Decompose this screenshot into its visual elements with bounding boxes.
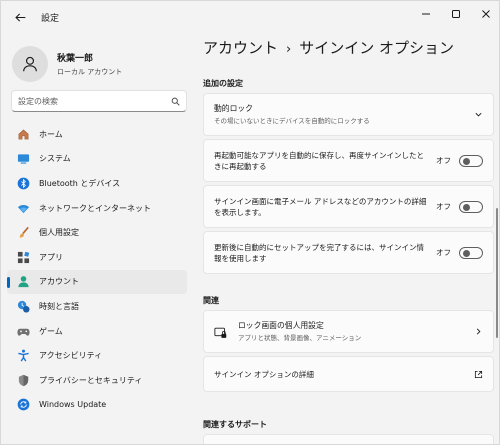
sidebar-item-label: プライバシーとセキュリティ — [39, 375, 143, 385]
sidebar-item-label: ゲーム — [39, 326, 63, 336]
minimize-button[interactable] — [411, 1, 441, 27]
breadcrumb: アカウント › サインイン オプション — [203, 37, 454, 58]
sidebar-item-label: システム — [39, 154, 71, 164]
account-type: ローカル アカウント — [57, 68, 123, 76]
sidebar-item-time-language[interactable]: 時刻と言語 — [7, 294, 187, 319]
minimize-icon — [422, 13, 430, 15]
close-button[interactable] — [471, 1, 499, 27]
gaming-icon — [17, 325, 30, 338]
dynamic-lock-title: 動的ロック — [214, 103, 253, 113]
sidebar-item-privacy-security[interactable]: プライバシーとセキュリティ — [7, 368, 187, 393]
maximize-icon — [452, 10, 460, 18]
settings-window: 設定 秋葉一郎 ローカル アカウント 設定の検索 ホーム システム Blueto… — [0, 0, 500, 445]
use-signin-info-setting: 更新後に自動的にセットアップを完了するには、サインイン情報を使用します オフ — [203, 231, 494, 274]
home-icon — [17, 128, 30, 141]
window-controls — [411, 1, 499, 27]
restart-apps-toggle[interactable] — [459, 154, 483, 167]
dynamic-lock-subtitle: その場にいないときにデバイスを自動的にロックする — [214, 116, 370, 125]
apps-icon — [17, 251, 30, 264]
close-icon — [482, 10, 490, 18]
section-header-related: 関連 — [203, 296, 219, 305]
avatar — [12, 46, 48, 82]
network-icon — [17, 202, 30, 215]
shield-icon — [17, 374, 30, 387]
show-account-details-setting: サインイン画面に電子メール アドレスなどのアカウントの詳細を表示します。 オフ — [203, 185, 494, 228]
show-account-details-toggle[interactable] — [459, 200, 483, 213]
sidebar-item-label: アプリ — [39, 252, 63, 262]
bluetooth-icon — [17, 177, 30, 190]
sidebar-item-accounts[interactable]: アカウント — [7, 269, 187, 295]
breadcrumb-separator: › — [286, 42, 292, 57]
search-input[interactable]: 設定の検索 — [11, 90, 187, 112]
maximize-button[interactable] — [441, 1, 471, 27]
back-arrow-icon — [14, 12, 25, 22]
dynamic-lock-card[interactable]: 動的ロック その場にいないときにデバイスを自動的にロックする — [203, 93, 494, 136]
sidebar-item-label: Windows Update — [39, 400, 107, 410]
toggle-state-label: オフ — [436, 202, 451, 211]
open-external-icon — [473, 369, 483, 379]
main-content: アカウント › サインイン オプション 追加の設定 動的ロック その場にいないときに… — [191, 33, 499, 444]
accessibility-icon — [17, 349, 30, 362]
time-language-icon — [17, 300, 30, 313]
sidebar-item-label: Bluetooth とデバイス — [39, 178, 121, 188]
show-account-details-text: サインイン画面に電子メール アドレスなどのアカウントの詳細を表示します。 — [214, 196, 427, 217]
sidebar-item-windows-update[interactable]: Windows Update — [7, 393, 187, 418]
restart-apps-setting: 再起動可能なアプリを自動的に保存し、再度サインインしたときに再起動する オフ — [203, 139, 494, 182]
signin-options-details-link[interactable]: サインイン オプションの詳細 — [203, 356, 494, 392]
lock-screen-card[interactable]: ロック画面の個人用設定 アプリと状態、背景画像、アニメーション — [203, 310, 494, 353]
lock-screen-title: ロック画面の個人用設定 — [238, 320, 324, 330]
sidebar-item-label: ホーム — [39, 129, 63, 139]
section-header-support: 関連するサポート — [203, 420, 267, 429]
sidebar-item-label: ネットワークとインターネット — [39, 203, 151, 213]
support-card[interactable] — [203, 434, 494, 444]
user-name: 秋葉一郎 — [57, 54, 94, 64]
user-profile[interactable]: 秋葉一郎 ローカル アカウント — [1, 39, 191, 89]
lock-screen-subtitle: アプリと状態、背景画像、アニメーション — [238, 333, 362, 342]
back-button[interactable] — [5, 2, 35, 32]
restart-apps-text: 再起動可能なアプリを自動的に保存し、再度サインインしたときに再起動する — [214, 150, 424, 171]
signin-options-details-text: サインイン オプションの詳細 — [214, 369, 314, 379]
section-header-additional: 追加の設定 — [203, 79, 243, 88]
chevron-right-icon — [473, 327, 483, 337]
lock-screen-icon — [214, 325, 228, 339]
sidebar-item-system[interactable]: システム — [7, 147, 187, 172]
sidebar: 秋葉一郎 ローカル アカウント 設定の検索 ホーム システム Bluetooth… — [1, 33, 191, 444]
breadcrumb-parent[interactable]: アカウント — [203, 39, 278, 57]
use-signin-info-text: 更新後に自動的にセットアップを完了するには、サインイン情報を使用します — [214, 242, 424, 263]
sidebar-item-label: 時刻と言語 — [39, 301, 79, 311]
sidebar-item-personalization[interactable]: 個人用設定 — [7, 220, 187, 245]
search-placeholder: 設定の検索 — [18, 96, 58, 106]
brush-icon — [17, 226, 30, 239]
search-icon — [171, 97, 180, 106]
app-title: 設定 — [41, 13, 60, 24]
account-icon — [17, 275, 30, 288]
system-icon — [17, 152, 30, 165]
nav-list: ホーム システム Bluetooth とデバイス ネットワークとインターネット — [7, 122, 187, 417]
chevron-down-icon — [473, 110, 483, 120]
sidebar-item-apps[interactable]: アプリ — [7, 245, 187, 270]
toggle-state-label: オフ — [436, 248, 451, 257]
sidebar-item-home[interactable]: ホーム — [7, 122, 187, 147]
person-icon — [23, 56, 37, 72]
title-bar: 設定 — [1, 1, 499, 33]
sidebar-item-label: アカウント — [39, 277, 79, 287]
sidebar-item-bluetooth[interactable]: Bluetooth とデバイス — [7, 171, 187, 196]
sidebar-item-label: アクセシビリティ — [39, 351, 103, 361]
toggle-state-label: オフ — [436, 156, 451, 165]
sidebar-item-accessibility[interactable]: アクセシビリティ — [7, 343, 187, 368]
page-title: サインイン オプション — [299, 39, 454, 57]
use-signin-info-toggle[interactable] — [459, 246, 483, 259]
sidebar-item-network[interactable]: ネットワークとインターネット — [7, 196, 187, 221]
sidebar-item-gaming[interactable]: ゲーム — [7, 319, 187, 344]
scrollbar[interactable] — [496, 208, 498, 338]
sidebar-item-label: 個人用設定 — [39, 228, 79, 238]
update-icon — [17, 398, 30, 411]
